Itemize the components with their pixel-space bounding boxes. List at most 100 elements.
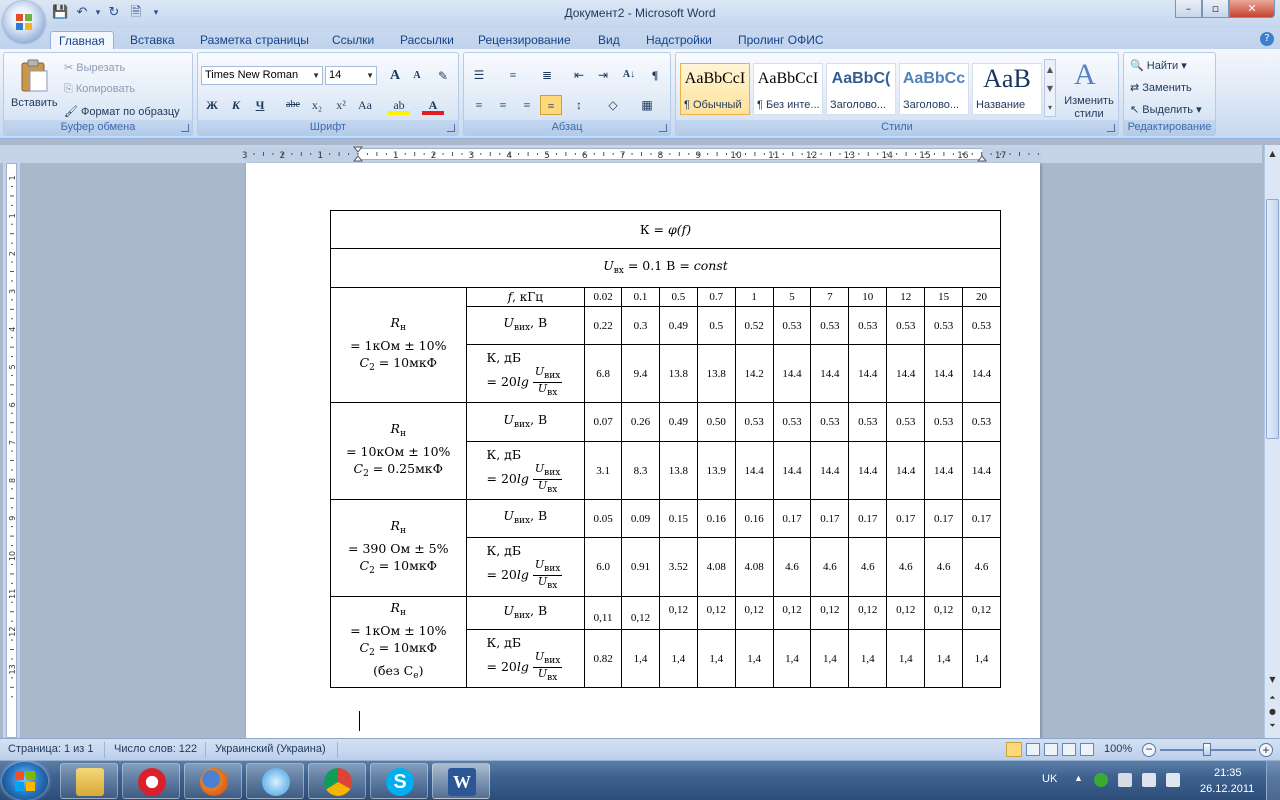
right-indent-marker[interactable] bbox=[976, 155, 988, 162]
underline-button[interactable]: Ч bbox=[249, 95, 271, 115]
decrease-indent-button[interactable]: ⇤ bbox=[568, 65, 590, 85]
font-color-button[interactable]: A bbox=[422, 95, 444, 115]
bold-button[interactable]: Ж bbox=[201, 95, 223, 115]
minimize-button[interactable]: – bbox=[1175, 0, 1202, 18]
hanging-indent-marker[interactable] bbox=[352, 155, 364, 162]
change-case-button[interactable]: Aa bbox=[354, 95, 376, 115]
start-button[interactable] bbox=[2, 762, 48, 800]
taskbar-firefox[interactable] bbox=[184, 763, 242, 799]
show-formatting-button[interactable]: ¶ bbox=[644, 65, 666, 85]
zoom-in-icon[interactable]: + bbox=[1259, 743, 1273, 757]
grow-font-button[interactable]: A bbox=[384, 66, 406, 86]
zoom-slider-thumb[interactable] bbox=[1203, 743, 1211, 756]
style-heading2[interactable]: AaBbCc Заголово... bbox=[899, 63, 969, 115]
vertical-scrollbar[interactable]: ▲ ▼ ⏶ ● ⏷ bbox=[1264, 145, 1280, 738]
view-print-layout-icon[interactable] bbox=[1006, 742, 1022, 757]
clock-time[interactable]: 21:35 bbox=[1214, 767, 1242, 779]
language-status[interactable]: Украинский (Украина) bbox=[215, 743, 326, 755]
justify-button[interactable]: ≡ bbox=[540, 95, 562, 115]
vertical-ruler[interactable]: 1 1 2 3 4 5 6 7 8 9 10 11 12 13 bbox=[3, 163, 20, 738]
styles-scroll[interactable]: ▲ ▼ ▾ bbox=[1044, 59, 1056, 117]
language-indicator[interactable]: UK bbox=[1042, 773, 1057, 785]
font-launcher-icon[interactable] bbox=[447, 124, 455, 132]
tray-info-icon[interactable] bbox=[1094, 773, 1108, 787]
next-page-icon[interactable]: ⏷ bbox=[1266, 719, 1279, 732]
taskbar-skype[interactable]: S bbox=[370, 763, 428, 799]
numbering-button[interactable]: ≡ bbox=[502, 65, 524, 85]
font-size-combo[interactable]: 14 ▼ bbox=[325, 66, 377, 85]
find-button[interactable]: 🔍 Найти ▾ bbox=[1130, 59, 1187, 72]
show-hidden-icons[interactable]: ▲ bbox=[1074, 773, 1083, 783]
scroll-down-icon[interactable]: ▼ bbox=[1266, 673, 1279, 686]
align-left-button[interactable]: ≡ bbox=[468, 95, 490, 115]
copy-button[interactable]: ⎘ Копировать bbox=[64, 83, 135, 96]
scroll-thumb[interactable] bbox=[1266, 199, 1279, 439]
view-reading-icon[interactable] bbox=[1026, 743, 1040, 756]
clipboard-launcher-icon[interactable] bbox=[181, 124, 189, 132]
clock-date[interactable]: 26.12.2011 bbox=[1200, 783, 1254, 795]
bullets-button[interactable]: ☰ bbox=[468, 65, 490, 85]
taskbar-word[interactable]: W bbox=[432, 763, 490, 799]
browse-object-icon[interactable]: ● bbox=[1266, 705, 1279, 718]
office-button[interactable] bbox=[3, 1, 45, 43]
zoom-level[interactable]: 100% bbox=[1104, 743, 1132, 755]
paste-button[interactable]: Вставить bbox=[8, 57, 58, 117]
first-line-indent-marker[interactable] bbox=[352, 146, 364, 153]
tab-page-layout[interactable]: Разметка страницы bbox=[192, 31, 317, 50]
view-draft-icon[interactable] bbox=[1080, 743, 1094, 756]
multilevel-list-button[interactable]: ≣ bbox=[536, 65, 558, 85]
tray-network-icon[interactable] bbox=[1166, 773, 1180, 787]
superscript-button[interactable]: x² bbox=[330, 95, 352, 115]
scroll-up-icon[interactable]: ▲ bbox=[1266, 147, 1279, 160]
shading-button[interactable]: ◇ bbox=[602, 95, 624, 115]
view-web-icon[interactable] bbox=[1044, 743, 1058, 756]
tab-view[interactable]: Вид bbox=[590, 31, 628, 50]
taskbar-chrome[interactable] bbox=[308, 763, 366, 799]
taskbar-explorer[interactable] bbox=[60, 763, 118, 799]
borders-button[interactable]: ▦ bbox=[636, 95, 658, 115]
shrink-font-button[interactable]: A bbox=[406, 66, 428, 86]
subscript-button[interactable]: x₂ bbox=[306, 95, 328, 115]
taskbar-opera[interactable] bbox=[122, 763, 180, 799]
tab-insert[interactable]: Вставка bbox=[122, 31, 183, 50]
prev-page-icon[interactable]: ⏶ bbox=[1266, 691, 1279, 704]
tray-volume-icon[interactable] bbox=[1142, 773, 1156, 787]
sort-button[interactable]: A↓ bbox=[618, 65, 640, 85]
help-icon[interactable]: ? bbox=[1260, 32, 1274, 46]
tab-home[interactable]: Главная bbox=[50, 31, 114, 50]
italic-button[interactable]: К bbox=[225, 95, 247, 115]
tab-proling[interactable]: Пролинг ОФИС bbox=[730, 31, 832, 50]
tab-addins[interactable]: Надстройки bbox=[638, 31, 720, 50]
style-title[interactable]: AaB Название bbox=[972, 63, 1042, 115]
change-styles-button[interactable]: A Изменить стили bbox=[1060, 57, 1116, 121]
tab-references[interactable]: Ссылки bbox=[324, 31, 382, 50]
font-name-combo[interactable]: Times New Roman ▼ bbox=[201, 66, 323, 85]
replace-button[interactable]: ⇄ Заменить bbox=[1130, 81, 1192, 94]
maximize-button[interactable]: ▫ bbox=[1202, 0, 1229, 18]
style-no-spacing[interactable]: AaBbCcI ¶ Без инте... bbox=[753, 63, 823, 115]
clear-format-icon[interactable]: ✎ bbox=[432, 66, 454, 86]
format-painter-button[interactable]: 🖌 Формат по образцу bbox=[64, 105, 180, 118]
tab-review[interactable]: Рецензирование bbox=[470, 31, 579, 50]
close-button[interactable]: ✕ bbox=[1229, 0, 1275, 18]
word-count-status[interactable]: Число слов: 122 bbox=[114, 743, 197, 755]
increase-indent-button[interactable]: ⇥ bbox=[592, 65, 614, 85]
cut-button[interactable]: ✂ Вырезать bbox=[64, 61, 125, 74]
page-count-status[interactable]: Страница: 1 из 1 bbox=[8, 743, 94, 755]
style-heading1[interactable]: AaBbC(Заголово... bbox=[826, 63, 896, 115]
select-button[interactable]: ↖ Выделить ▾ bbox=[1130, 103, 1202, 116]
show-desktop-button[interactable] bbox=[1266, 761, 1280, 800]
style-normal[interactable]: AaBbCcI ¶ Обычный bbox=[680, 63, 750, 115]
taskbar-network[interactable] bbox=[246, 763, 304, 799]
line-spacing-button[interactable]: ↕ bbox=[568, 95, 590, 115]
paragraph-launcher-icon[interactable] bbox=[659, 124, 667, 132]
horizontal-ruler[interactable]: 3 2 1 1 2 3 4 5 6 7 8 9 10 11 12 13 14 15 16 17 bbox=[0, 145, 1262, 163]
view-outline-icon[interactable] bbox=[1062, 743, 1076, 756]
align-center-button[interactable]: ≡ bbox=[492, 95, 514, 115]
styles-launcher-icon[interactable] bbox=[1107, 124, 1115, 132]
align-right-button[interactable]: ≡ bbox=[516, 95, 538, 115]
tab-mailings[interactable]: Рассылки bbox=[392, 31, 462, 50]
tray-flag-icon[interactable] bbox=[1118, 773, 1132, 787]
strikethrough-button[interactable]: abe bbox=[282, 95, 304, 115]
highlight-button[interactable]: ab bbox=[388, 95, 410, 115]
